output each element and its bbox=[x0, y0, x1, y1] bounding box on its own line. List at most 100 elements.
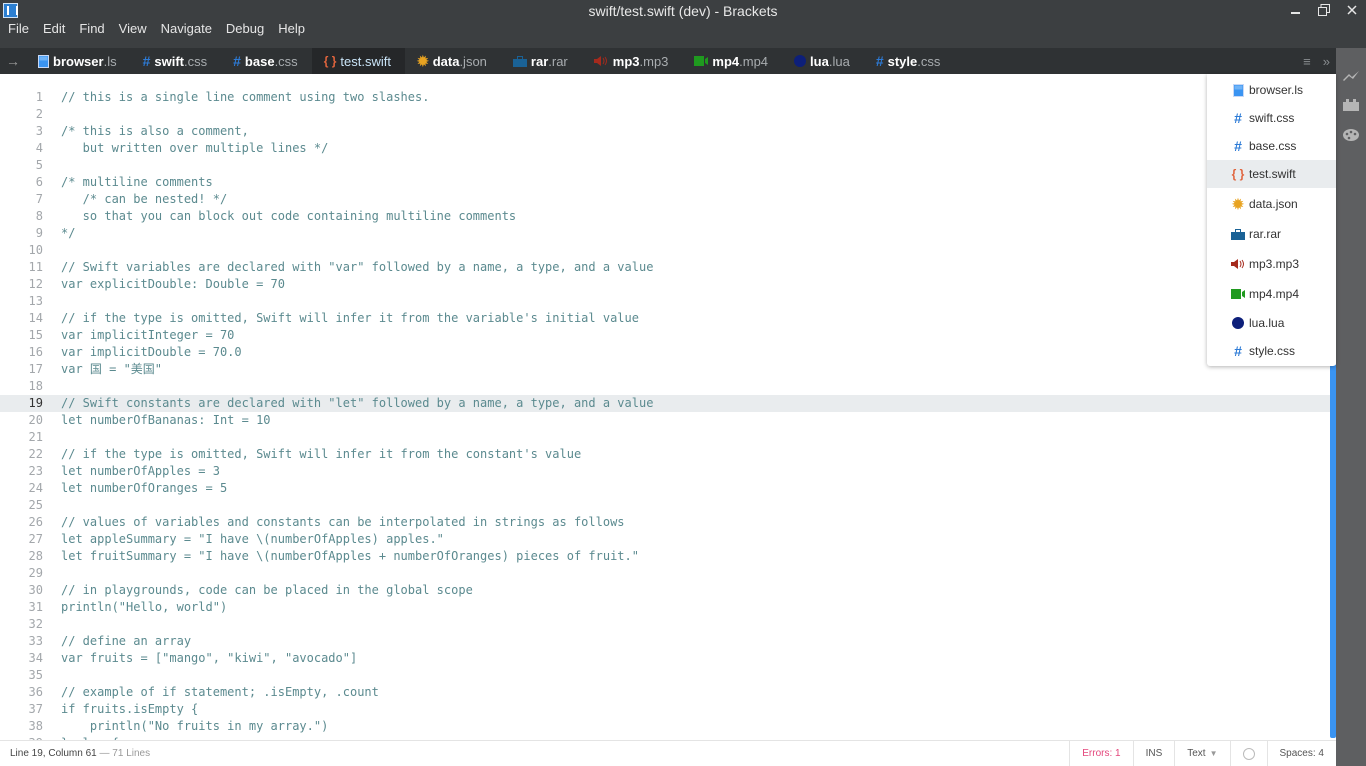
code-line[interactable]: 16 var implicitDouble = 70.0 bbox=[0, 344, 1330, 361]
dropdown-item-browser-ls[interactable]: browser.ls bbox=[1207, 76, 1336, 104]
code-line[interactable]: 25 bbox=[0, 497, 1330, 514]
menu-debug[interactable]: Debug bbox=[219, 20, 271, 40]
minimize-button[interactable] bbox=[1282, 0, 1310, 20]
tab-browser-ls[interactable]: browser .ls bbox=[26, 48, 131, 74]
theme-palette-icon[interactable] bbox=[1342, 126, 1360, 144]
tab-filename: style bbox=[887, 53, 918, 69]
live-preview-icon[interactable] bbox=[1342, 66, 1360, 84]
code-line[interactable]: 5 bbox=[0, 157, 1330, 174]
dropdown-item-base-css[interactable]: # base.css bbox=[1207, 132, 1336, 160]
dropdown-item-mp4-mp4[interactable]: mp4.mp4 bbox=[1207, 280, 1336, 308]
code-line[interactable]: 38 println("No fruits in my array.") bbox=[0, 718, 1330, 735]
code-line[interactable]: 31 println("Hello, world") bbox=[0, 599, 1330, 616]
code-line[interactable]: 18 bbox=[0, 378, 1330, 395]
dropdown-item-data-json[interactable]: ✹ data.json bbox=[1207, 190, 1336, 218]
code-line[interactable]: 37 if fruits.isEmpty { bbox=[0, 701, 1330, 718]
menu-help[interactable]: Help bbox=[271, 20, 312, 40]
code-line[interactable]: 21 bbox=[0, 429, 1330, 446]
code-line[interactable]: 19 // Swift constants are declared with "… bbox=[0, 395, 1330, 412]
code-line[interactable]: 9 */ bbox=[0, 225, 1330, 242]
extension-manager-icon[interactable] bbox=[1342, 96, 1360, 114]
code-line[interactable]: 33 // define an array bbox=[0, 633, 1330, 650]
code-editor[interactable]: 1 // this is a single line comment using … bbox=[0, 74, 1330, 740]
menu-find[interactable]: Find bbox=[72, 20, 111, 40]
code-line[interactable]: 23 let numberOfApples = 3 bbox=[0, 463, 1330, 480]
tab-lua-lua[interactable]: lua .lua bbox=[782, 48, 864, 74]
code-line[interactable]: 28 let fruitSummary = "I have \(numberOfA… bbox=[0, 548, 1330, 565]
tab-filename: rar bbox=[530, 53, 549, 69]
dropdown-item-test-swift[interactable]: { } test.swift bbox=[1207, 160, 1336, 188]
menu-file[interactable]: File bbox=[0, 20, 36, 40]
status-indicators: Errors: 1 INS Text ▼ Spaces: 4 bbox=[1069, 741, 1336, 766]
dropdown-item-style-css[interactable]: # style.css bbox=[1207, 337, 1336, 365]
code-line[interactable]: 2 bbox=[0, 106, 1330, 123]
dropdown-item-label: browser.ls bbox=[1249, 83, 1304, 97]
tab-mp4-mp4[interactable]: mp4 .mp4 bbox=[682, 48, 782, 74]
code-line[interactable]: 11 // Swift variables are declared with "… bbox=[0, 259, 1330, 276]
code-line[interactable]: 20 let numberOfBananas: Int = 10 bbox=[0, 412, 1330, 429]
right-toolbar bbox=[1336, 48, 1366, 766]
dropdown-item-label: lua.lua bbox=[1249, 316, 1285, 330]
code-line[interactable]: 10 bbox=[0, 242, 1330, 259]
video-icon bbox=[1231, 289, 1245, 299]
menu-navigate[interactable]: Navigate bbox=[154, 20, 219, 40]
linter-status[interactable] bbox=[1229, 741, 1267, 766]
cursor-position[interactable]: Line 19, Column 61 — 71 Lines bbox=[10, 748, 150, 759]
maximize-button[interactable] bbox=[1310, 0, 1338, 20]
code-line[interactable]: 12 var explicitDouble: Double = 70 bbox=[0, 276, 1330, 293]
code-line[interactable]: 34 var fruits = ["mango", "kiwi", "avocad… bbox=[0, 650, 1330, 667]
line-text: // Swift constants are declared with "le… bbox=[61, 396, 654, 410]
code-line[interactable]: 35 bbox=[0, 667, 1330, 684]
dropdown-item-rar-rar[interactable]: rar.rar bbox=[1207, 220, 1336, 248]
code-line[interactable]: 3 /* this is also a comment, bbox=[0, 123, 1330, 140]
code-line[interactable]: 4 but written over multiple lines */ bbox=[0, 140, 1330, 157]
indentation-setting[interactable]: Spaces: 4 bbox=[1266, 741, 1336, 766]
code-line[interactable]: 27 let appleSummary = "I have \(numberOfA… bbox=[0, 531, 1330, 548]
code-line[interactable]: 13 bbox=[0, 293, 1330, 310]
line-number: 20 bbox=[28, 413, 43, 427]
code-line[interactable]: 6 /* multiline comments bbox=[0, 174, 1330, 191]
tab-swift-css[interactable]: # swift .css bbox=[131, 48, 222, 74]
code-line[interactable]: 15 var implicitInteger = 70 bbox=[0, 327, 1330, 344]
code-lines[interactable]: 1 // this is a single line comment using … bbox=[0, 89, 1330, 740]
dropdown-item-lua-lua[interactable]: lua.lua bbox=[1207, 309, 1336, 337]
code-line[interactable]: 30 // in playgrounds, code can be placed … bbox=[0, 582, 1330, 599]
tab-base-css[interactable]: # base .css bbox=[221, 48, 312, 74]
insert-mode-toggle[interactable]: INS bbox=[1132, 741, 1175, 766]
video-icon bbox=[694, 56, 709, 66]
tab-style-css[interactable]: # style .css bbox=[864, 48, 955, 74]
code-line[interactable]: 22 // if the type is omitted, Swift will … bbox=[0, 446, 1330, 463]
tab-test-swift[interactable]: { } test .swift bbox=[311, 48, 405, 74]
errors-indicator[interactable]: Errors: 1 bbox=[1069, 741, 1132, 766]
dropdown-item-swift-css[interactable]: # swift.css bbox=[1207, 104, 1336, 132]
tab-mp3-mp3[interactable]: mp3 .mp3 bbox=[582, 48, 683, 74]
code-line[interactable]: 17 var 国 = "美国" bbox=[0, 361, 1330, 378]
dropdown-item-label: test.swift bbox=[1249, 167, 1296, 181]
close-button[interactable] bbox=[1338, 0, 1366, 20]
line-number: 21 bbox=[28, 430, 43, 444]
menu-edit[interactable]: Edit bbox=[36, 20, 72, 40]
dropdown-item-label: style.css bbox=[1249, 344, 1296, 358]
code-line[interactable]: 8 so that you can block out code contain… bbox=[0, 208, 1330, 225]
code-line[interactable]: 36 // example of if statement; .isEmpty, … bbox=[0, 684, 1330, 701]
language-select[interactable]: Text ▼ bbox=[1174, 741, 1229, 766]
dropdown-item-label: mp3.mp3 bbox=[1249, 257, 1300, 271]
code-line[interactable]: 29 bbox=[0, 565, 1330, 582]
tab-rar-rar[interactable]: rar .rar bbox=[501, 48, 582, 74]
menu-view[interactable]: View bbox=[112, 20, 154, 40]
code-line[interactable]: 7 /* can be nested! */ bbox=[0, 191, 1330, 208]
line-number: 26 bbox=[28, 515, 43, 529]
dropdown-item-mp3-mp3[interactable]: mp3.mp3 bbox=[1207, 250, 1336, 278]
dropdown-item-label: base.css bbox=[1249, 139, 1297, 153]
code-line[interactable]: 24 let numberOfOranges = 5 bbox=[0, 480, 1330, 497]
code-line[interactable]: 1 // this is a single line comment using … bbox=[0, 89, 1330, 106]
code-line[interactable]: 14 // if the type is omitted, Swift will … bbox=[0, 310, 1330, 327]
tab-overflow-icon[interactable]: » bbox=[1323, 54, 1330, 69]
line-text: // define an array bbox=[61, 634, 192, 648]
tab-list-icon[interactable]: ≡ bbox=[1303, 54, 1311, 69]
briefcase-icon bbox=[1231, 228, 1245, 240]
tab-data-json[interactable]: ✹ data .json bbox=[405, 48, 501, 74]
code-line[interactable]: 26 // values of variables and constants c… bbox=[0, 514, 1330, 531]
code-line[interactable]: 32 bbox=[0, 616, 1330, 633]
close-icon bbox=[1347, 5, 1357, 15]
